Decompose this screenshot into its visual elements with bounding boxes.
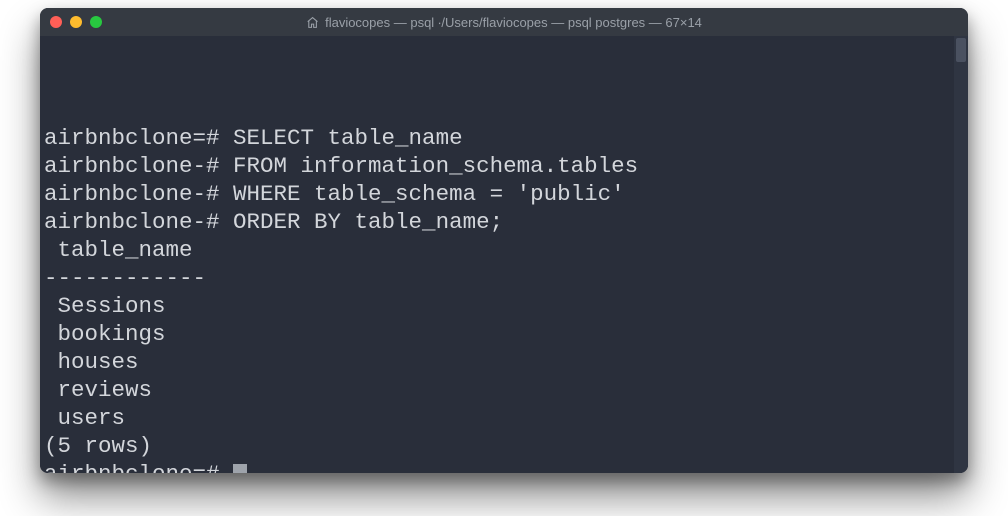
terminal-line: ------------ <box>44 264 968 292</box>
terminal-line: Sessions <box>44 292 968 320</box>
terminal-line: airbnbclone-# WHERE table_schema = 'publ… <box>44 180 968 208</box>
terminal-line: airbnbclone-# FROM information_schema.ta… <box>44 152 968 180</box>
minimize-button[interactable] <box>70 16 82 28</box>
scrollbar-thumb[interactable] <box>956 38 966 62</box>
titlebar: flaviocopes — psql ∙/Users/flaviocopes —… <box>40 8 968 36</box>
traffic-lights <box>50 16 102 28</box>
zoom-button[interactable] <box>90 16 102 28</box>
terminal-line: houses <box>44 348 968 376</box>
terminal-window: flaviocopes — psql ∙/Users/flaviocopes —… <box>40 8 968 473</box>
terminal-cursor <box>233 464 247 474</box>
terminal-line: (5 rows) <box>44 432 968 460</box>
terminal-line: users <box>44 404 968 432</box>
window-title: flaviocopes — psql ∙/Users/flaviocopes —… <box>306 15 702 30</box>
home-icon <box>306 16 319 29</box>
terminal-line: airbnbclone-# ORDER BY table_name; <box>44 208 968 236</box>
scrollbar-track[interactable] <box>954 36 968 473</box>
terminal-content: airbnbclone=# SELECT table_nameairbnbclo… <box>44 124 968 473</box>
terminal-line: reviews <box>44 376 968 404</box>
window-title-text: flaviocopes — psql ∙/Users/flaviocopes —… <box>325 15 702 30</box>
terminal-line: airbnbclone=# SELECT table_name <box>44 124 968 152</box>
terminal-line: bookings <box>44 320 968 348</box>
terminal-body[interactable]: airbnbclone=# SELECT table_nameairbnbclo… <box>40 36 968 473</box>
terminal-line: airbnbclone=# <box>44 460 968 473</box>
terminal-line: table_name <box>44 236 968 264</box>
close-button[interactable] <box>50 16 62 28</box>
